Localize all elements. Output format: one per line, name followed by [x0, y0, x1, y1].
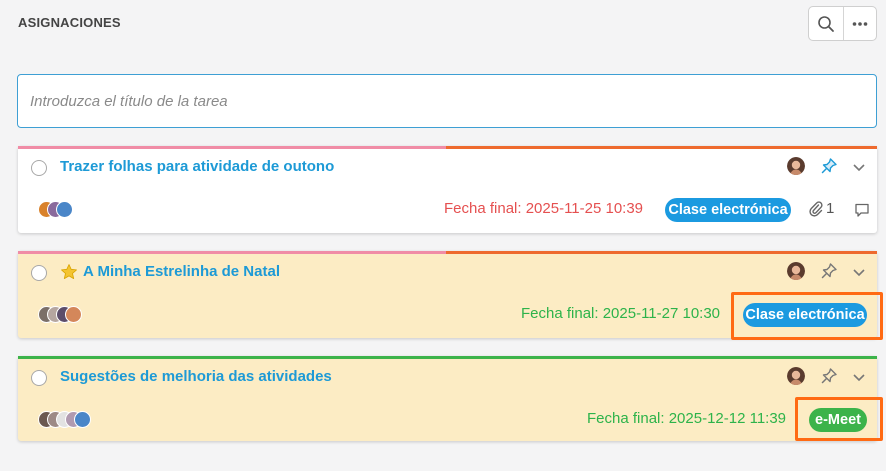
more-horizontal-icon — [852, 21, 868, 26]
task-card[interactable]: Sugestões de melhoria das atividades Fec… — [18, 356, 877, 441]
task-title-link[interactable]: A Minha Estrelinha de Natal — [83, 263, 280, 280]
avatar[interactable] — [787, 262, 805, 280]
members-avatars[interactable] — [38, 201, 73, 219]
task-title-link[interactable]: Sugestões de melhoria das atividades — [60, 368, 332, 385]
class-type-badge[interactable]: e-Meet — [809, 408, 867, 432]
attachment-count-label: 1 — [826, 200, 835, 217]
attachment-count[interactable]: 1 — [809, 200, 834, 217]
pin-icon[interactable] — [820, 367, 838, 385]
task-card[interactable]: Trazer folhas para atividade de outono F… — [18, 146, 877, 233]
complete-checkbox[interactable] — [31, 160, 47, 176]
chevron-down-icon[interactable] — [851, 264, 867, 280]
header-actions — [808, 6, 877, 41]
due-date: Fecha final: 2025-11-25 10:39 — [444, 200, 644, 217]
paperclip-icon — [809, 200, 823, 217]
class-type-badge[interactable]: Clase electrónica — [665, 198, 791, 222]
task-title-input[interactable] — [17, 74, 877, 128]
pin-icon[interactable] — [820, 157, 838, 175]
complete-checkbox[interactable] — [31, 370, 47, 386]
chevron-down-icon[interactable] — [851, 369, 867, 385]
pin-icon[interactable] — [820, 262, 838, 280]
due-date: Fecha final: 2025-12-12 11:39 — [587, 410, 787, 427]
class-type-badge[interactable]: Clase electrónica — [743, 303, 867, 327]
due-date: Fecha final: 2025-11-27 10:30 — [521, 305, 721, 322]
more-button[interactable] — [842, 7, 877, 40]
task-card[interactable]: A Minha Estrelinha de Natal Fecha final:… — [18, 251, 877, 338]
search-button[interactable] — [809, 7, 843, 40]
chevron-down-icon[interactable] — [851, 159, 867, 175]
comment-icon[interactable] — [854, 202, 870, 218]
avatar[interactable] — [787, 367, 805, 385]
search-icon — [817, 15, 834, 32]
star-icon — [61, 264, 77, 279]
avatar[interactable] — [787, 157, 805, 175]
members-avatars[interactable] — [38, 411, 91, 429]
page-title: ASIGNACIONES — [18, 15, 121, 30]
task-title-link[interactable]: Trazer folhas para atividade de outono — [60, 158, 334, 175]
members-avatars[interactable] — [38, 306, 82, 324]
complete-checkbox[interactable] — [31, 265, 47, 281]
